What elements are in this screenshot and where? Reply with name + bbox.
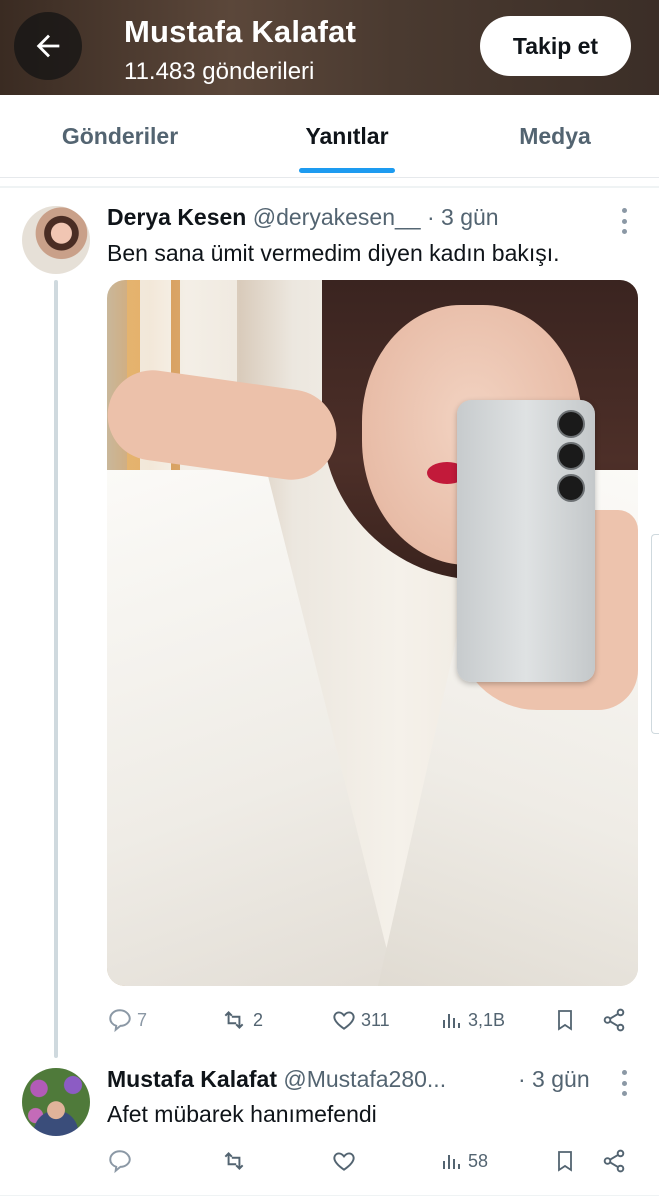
reply-icon bbox=[109, 1009, 131, 1033]
tweet-actions: 7 2 311 3,1B bbox=[107, 1005, 638, 1035]
thread-line bbox=[54, 280, 58, 1058]
phone bbox=[457, 400, 595, 682]
like-button[interactable] bbox=[331, 1146, 361, 1176]
share-icon bbox=[603, 1149, 625, 1173]
repost-button[interactable]: 2 bbox=[219, 1005, 263, 1035]
blouse bbox=[107, 470, 397, 986]
tweet-media-image[interactable] bbox=[107, 280, 638, 986]
tweet-header: Derya Kesen @deryakesen__ · 3 gün bbox=[107, 204, 499, 231]
author-handle[interactable]: @deryakesen__ bbox=[253, 204, 421, 230]
camera-lens bbox=[557, 442, 585, 470]
scrollbar[interactable] bbox=[651, 534, 659, 734]
repost-icon bbox=[224, 1152, 244, 1170]
author-handle[interactable]: @Mustafa280... bbox=[283, 1066, 446, 1092]
author-name[interactable]: Derya Kesen bbox=[107, 204, 246, 230]
bookmark-icon bbox=[558, 1010, 572, 1031]
profile-name: Mustafa Kalafat bbox=[124, 14, 357, 49]
arrow-left-icon bbox=[36, 34, 60, 58]
tweet-time[interactable]: · 3 gün bbox=[518, 1066, 590, 1092]
profile-tabs: Gönderiler Yanıtlar Medya bbox=[0, 95, 659, 178]
camera-lens bbox=[557, 474, 585, 502]
share-button[interactable] bbox=[601, 1146, 627, 1176]
views-icon bbox=[443, 1014, 460, 1028]
tab-media[interactable]: Medya bbox=[455, 95, 655, 177]
bookmark-button[interactable] bbox=[553, 1146, 577, 1176]
reply-button[interactable] bbox=[107, 1146, 137, 1176]
tweet-time-wrap: · 3 gün bbox=[518, 1066, 590, 1093]
active-tab-indicator bbox=[299, 168, 395, 173]
heart-icon bbox=[333, 1011, 355, 1030]
reply-icon bbox=[109, 1150, 131, 1174]
bookmark-icon bbox=[558, 1151, 572, 1172]
like-button[interactable]: 311 bbox=[331, 1005, 390, 1035]
avatar[interactable] bbox=[22, 1068, 90, 1136]
profile-header: Mustafa Kalafat 11.483 gönderileri Takip… bbox=[0, 0, 659, 95]
tweet-text: Ben sana ümit vermedim diyen kadın bakış… bbox=[107, 240, 560, 266]
heart-icon bbox=[333, 1152, 355, 1171]
views-icon bbox=[443, 1155, 460, 1169]
repost-button[interactable] bbox=[219, 1146, 253, 1176]
views-button[interactable]: 3,1B bbox=[440, 1005, 505, 1035]
tab-replies[interactable]: Yanıtlar bbox=[247, 95, 447, 177]
share-icon bbox=[603, 1008, 625, 1032]
repost-icon bbox=[224, 1011, 244, 1029]
tweet-header: Mustafa Kalafat @Mustafa280... bbox=[107, 1066, 446, 1093]
author-name[interactable]: Mustafa Kalafat bbox=[107, 1066, 277, 1092]
avatar[interactable] bbox=[22, 206, 90, 274]
post-count: 11.483 gönderileri bbox=[124, 58, 315, 85]
tweet-actions: 58 bbox=[107, 1146, 638, 1176]
follow-button[interactable]: Takip et bbox=[480, 16, 631, 76]
back-button[interactable] bbox=[14, 12, 82, 80]
tweet-time[interactable]: · 3 gün bbox=[427, 204, 499, 230]
more-icon[interactable] bbox=[621, 1070, 627, 1096]
camera-lens bbox=[557, 410, 585, 438]
reply-button[interactable]: 7 bbox=[107, 1005, 147, 1035]
more-icon[interactable] bbox=[621, 208, 627, 234]
tab-posts[interactable]: Gönderiler bbox=[20, 95, 220, 177]
divider bbox=[0, 186, 659, 188]
divider bbox=[0, 1195, 659, 1196]
share-button[interactable] bbox=[601, 1005, 627, 1035]
tweet-text: Afet mübarek hanımefendi bbox=[107, 1101, 377, 1127]
bookmark-button[interactable] bbox=[553, 1005, 577, 1035]
views-button[interactable]: 58 bbox=[440, 1146, 488, 1176]
